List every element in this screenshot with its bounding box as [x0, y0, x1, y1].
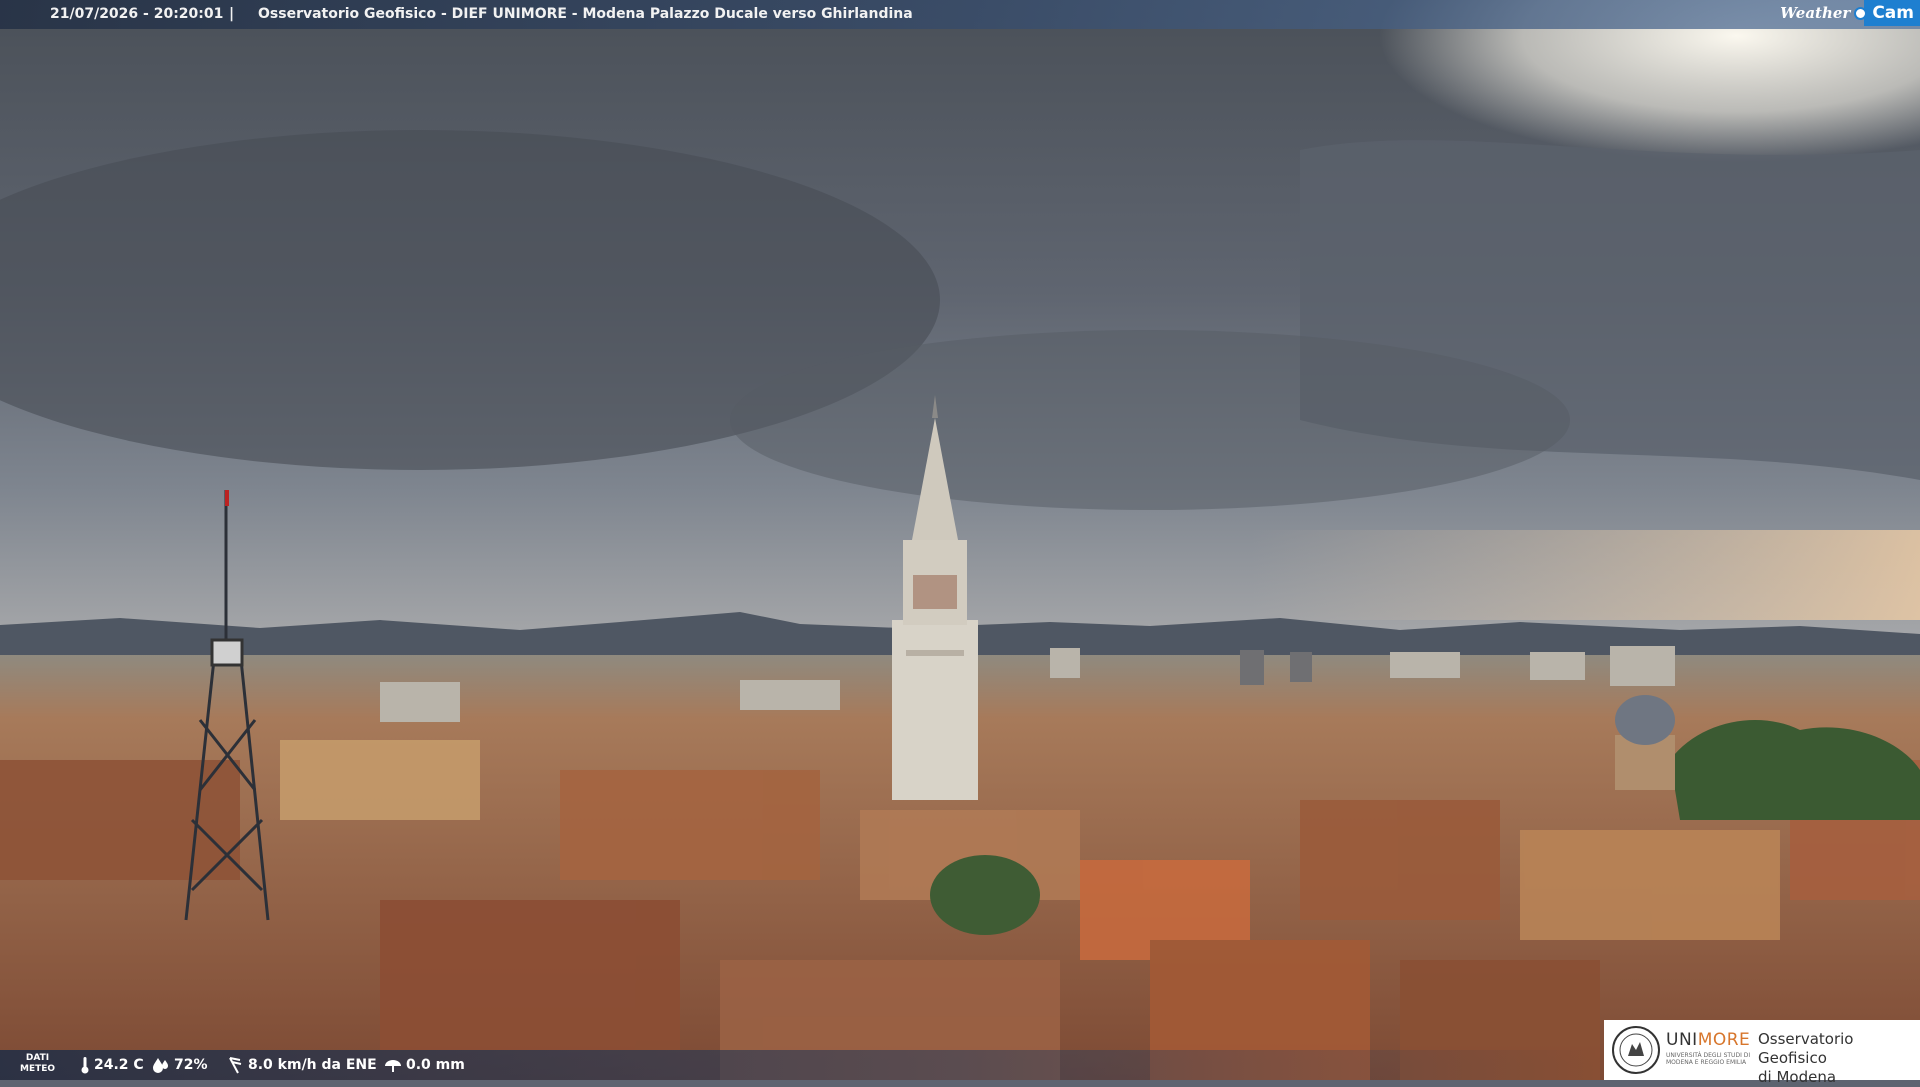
temperature-reading: 24.2 C [80, 1050, 144, 1080]
weather-label-line2: METEO [20, 1064, 56, 1074]
brand-dot-icon [1854, 6, 1868, 20]
unimore-wordmark: UNIMORE [1666, 1030, 1750, 1050]
weathercam-logo: Weather Cam [1780, 0, 1920, 26]
unimore-logo-panel: UNIMORE UNIVERSITÀ DEGLI STUDI DI MODENA… [1604, 1020, 1920, 1086]
unimore-subtitle: UNIVERSITÀ DEGLI STUDI DI MODENA E REGGI… [1666, 1052, 1750, 1066]
unimore-sub-line2: MODENA E REGGIO EMILIA [1666, 1059, 1747, 1066]
wind-reading: 8.0 km/h da ENE [226, 1050, 377, 1080]
weather-data-bar: DATI METEO 24.2 C 72% 8.0 km/h da ENE 0.… [0, 1050, 1600, 1080]
humidity-reading: 72% [152, 1050, 208, 1080]
observatory-line1: Osservatorio Geofisico [1758, 1030, 1854, 1067]
rain-value: 0.0 mm [406, 1057, 465, 1073]
weather-label-line1: DATI [25, 1053, 50, 1063]
webcam-scene [0, 0, 1920, 1080]
header-separator: | [229, 6, 235, 22]
unimore-sub-line1: UNIVERSITÀ DEGLI STUDI DI [1666, 1052, 1751, 1059]
tree-center [930, 855, 1040, 935]
observatory-line2: di Modena [1758, 1068, 1837, 1086]
rain-gauge-icon [385, 1060, 401, 1072]
observatory-name: Osservatorio Geofisico di Modena [1758, 1030, 1920, 1087]
humidity-value: 72% [174, 1057, 208, 1073]
sunset-glow [1250, 530, 1920, 620]
cloud-dark-mid [730, 330, 1570, 510]
timestamp: 21/07/2026 - 20:20:01 [50, 6, 224, 22]
brand-weather: Weather [1780, 3, 1851, 22]
university-seal-icon [1612, 1026, 1660, 1074]
wind-icon [229, 1057, 242, 1074]
weather-data-label: DATI METEO [20, 1053, 55, 1075]
location-title: Osservatorio Geofisico - DIEF UNIMORE - … [258, 6, 913, 22]
unimore-prefix: UNI [1666, 1030, 1698, 1050]
dome-right [1615, 695, 1675, 790]
brand-cam: Cam [1864, 0, 1920, 26]
thermometer-icon [81, 1057, 89, 1074]
unimore-suffix: MORE [1697, 1030, 1751, 1050]
webcam-header-bar: 21/07/2026 - 20:20:01 | Osservatorio Geo… [0, 0, 1920, 29]
temperature-value: 24.2 C [94, 1057, 144, 1073]
humidity-drop-icon [153, 1058, 168, 1073]
rain-reading: 0.0 mm [384, 1050, 465, 1080]
wind-value: 8.0 km/h da ENE [248, 1057, 377, 1073]
